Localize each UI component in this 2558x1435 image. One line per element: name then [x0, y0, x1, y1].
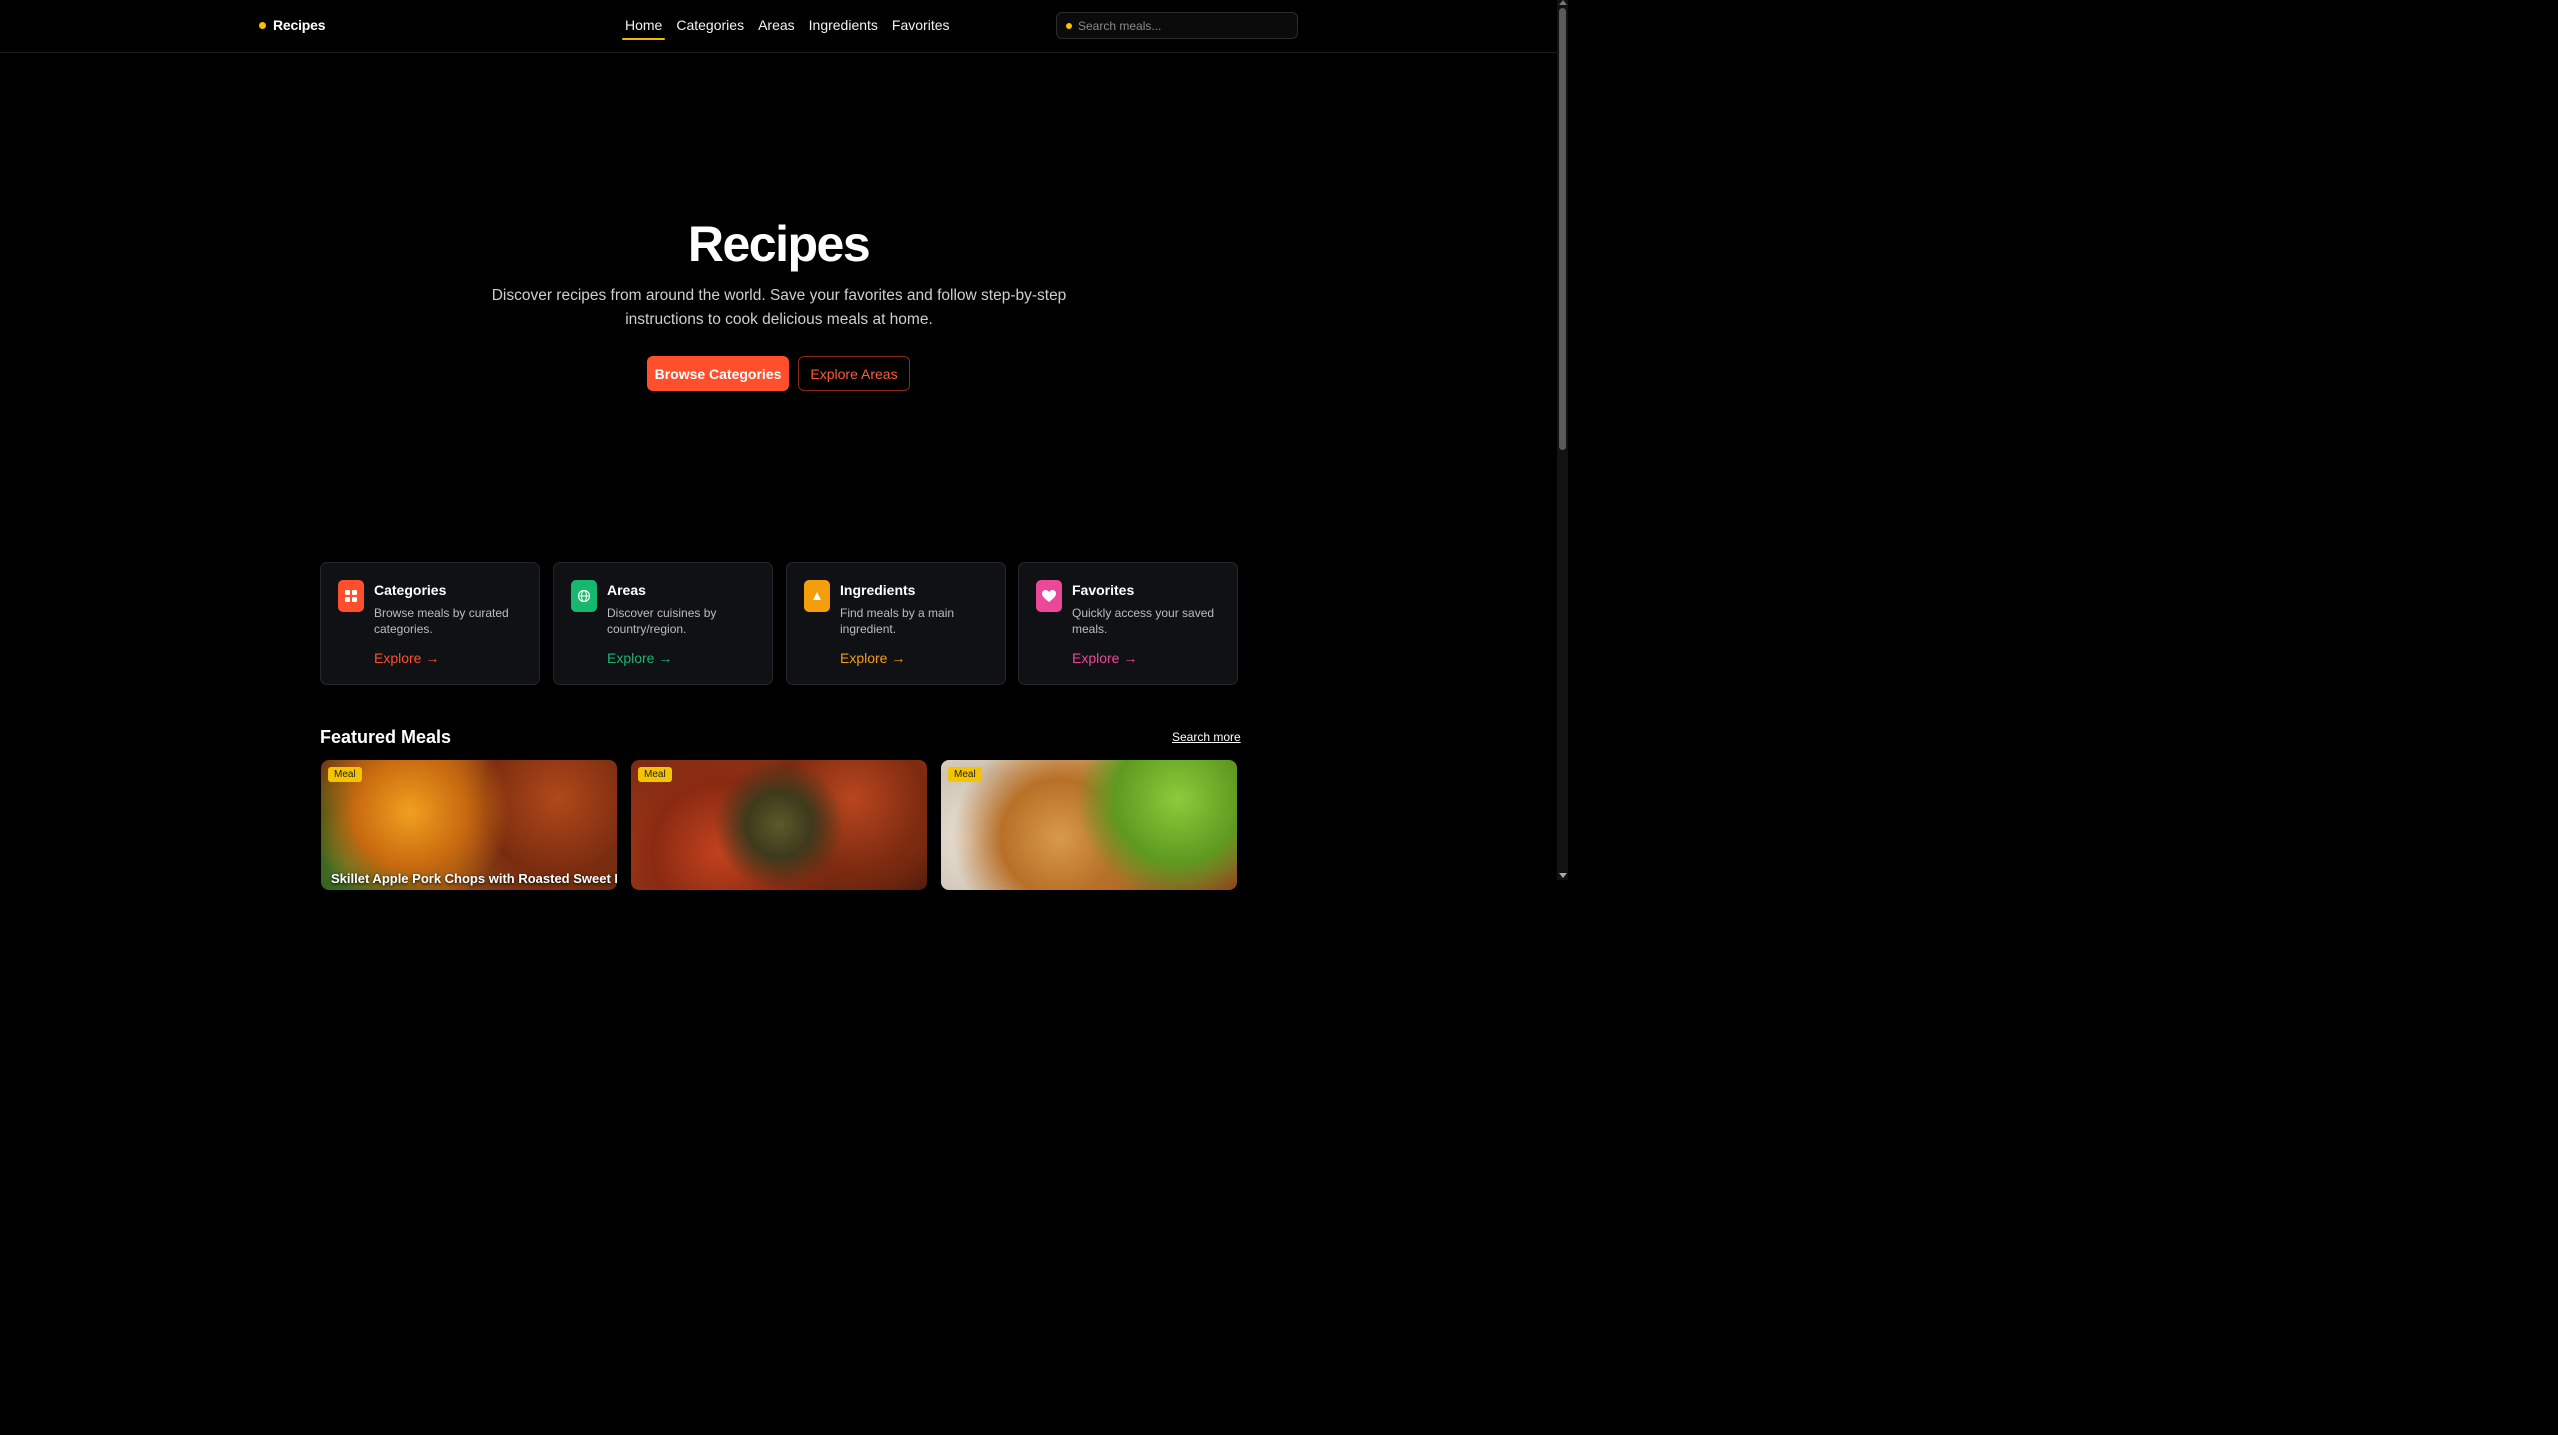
search-more-link[interactable]: Search more — [1172, 730, 1241, 744]
feature-desc: Find meals by a main ingredient. — [840, 606, 955, 636]
meal-badge: Meal — [638, 767, 672, 782]
featured-meals-title: Featured Meals — [320, 727, 452, 747]
meal-card[interactable]: Meal — [631, 760, 927, 890]
search-box — [1056, 12, 1298, 39]
flask-icon — [804, 580, 830, 612]
meal-badge: Meal — [948, 767, 982, 782]
nav-item-favorites[interactable]: Favorites — [889, 16, 953, 39]
search-dot-icon — [1066, 22, 1072, 29]
feature-desc: Browse meals by curated categories. — [374, 606, 509, 636]
heart-icon — [1036, 580, 1062, 612]
feature-card-ingredients[interactable]: Ingredients Find meals by a main ingredi… — [786, 562, 1006, 685]
nav-item-home[interactable]: Home — [622, 16, 666, 40]
feature-card-categories[interactable]: Categories Browse meals by curated categ… — [320, 562, 540, 685]
scroll-down-icon[interactable] — [1559, 873, 1567, 878]
brand-dot-icon — [259, 21, 266, 29]
meal-name: Skillet Apple Pork Chops with Roasted Sw… — [331, 871, 617, 886]
meal-badge: Meal — [328, 767, 362, 782]
hero-title: Recipes — [687, 216, 871, 272]
feature-explore-link[interactable]: Explore → — [374, 650, 439, 666]
top-nav: Recipes Home Categories Areas Ingredient… — [0, 0, 1557, 53]
meal-card[interactable]: Meal — [941, 760, 1237, 890]
browse-categories-button[interactable]: Browse Categories — [647, 356, 789, 391]
search-input[interactable] — [1078, 18, 1278, 33]
main-menu: Home Categories Areas Ingredients Favori… — [622, 16, 961, 40]
feature-card-favorites[interactable]: Favorites Quickly access your saved meal… — [1018, 562, 1238, 685]
hero-subtitle: Discover recipes from around the world. … — [491, 287, 1067, 328]
feature-desc: Discover cuisines by country/region. — [607, 606, 717, 636]
nav-item-ingredients[interactable]: Ingredients — [806, 16, 881, 39]
feature-title: Areas — [607, 582, 646, 598]
brand-name: Recipes — [273, 17, 326, 33]
feature-explore-link[interactable]: Explore → — [840, 650, 905, 666]
feature-explore-link[interactable]: Explore → — [1072, 650, 1137, 666]
globe-icon — [571, 580, 597, 612]
feature-title: Categories — [374, 582, 447, 598]
meal-card[interactable]: Meal Skillet Apple Pork Chops with Roast… — [321, 760, 617, 890]
explore-areas-button[interactable]: Explore Areas — [798, 356, 910, 391]
grid-icon — [338, 580, 364, 612]
page-scrollbar[interactable] — [1557, 0, 1568, 880]
nav-item-categories[interactable]: Categories — [673, 16, 747, 39]
feature-title: Ingredients — [840, 582, 916, 598]
feature-title: Favorites — [1072, 582, 1135, 598]
feature-explore-link[interactable]: Explore → — [607, 650, 672, 666]
nav-item-areas[interactable]: Areas — [755, 16, 798, 39]
brand-logo[interactable]: Recipes — [259, 17, 325, 33]
feature-card-areas[interactable]: Areas Discover cuisines by country/regio… — [553, 562, 773, 685]
scroll-up-icon[interactable] — [1559, 0, 1567, 5]
feature-desc: Quickly access your saved meals. — [1072, 606, 1215, 636]
scrollbar-thumb[interactable] — [1559, 8, 1566, 450]
